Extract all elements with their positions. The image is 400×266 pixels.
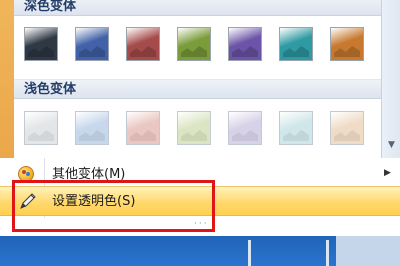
gallery-scrollbar[interactable]: ▼ <box>381 0 400 158</box>
swatch-light-blue[interactable] <box>75 111 109 145</box>
recolor-gallery: 深色变体 浅色变体 <box>14 0 381 159</box>
swatch-light-red[interactable] <box>126 111 160 145</box>
light-variations-label: 浅色变体 <box>24 82 77 97</box>
swatch-dark-orange[interactable] <box>330 27 364 61</box>
swatch-dark-blue[interactable] <box>75 27 109 61</box>
background-bar <box>326 240 329 266</box>
submenu-arrow-icon: ▶ <box>384 168 391 178</box>
background-bar <box>248 240 251 266</box>
swatch-dark-teal[interactable] <box>279 27 313 61</box>
swatch-light-grayscale[interactable] <box>24 111 58 145</box>
swatch-dark-red[interactable] <box>126 27 160 61</box>
swatch-dark-green[interactable] <box>177 27 211 61</box>
dark-variations-row <box>14 27 381 65</box>
swatch-light-orange[interactable] <box>330 111 364 145</box>
swatch-light-purple[interactable] <box>228 111 262 145</box>
light-variations-row <box>14 111 381 149</box>
dark-variations-label: 深色变体 <box>24 0 77 14</box>
light-variations-header: 浅色变体 <box>14 79 381 99</box>
dark-variations-header: 深色变体 <box>14 0 381 16</box>
background-slide-area <box>0 236 400 266</box>
swatch-light-teal[interactable] <box>279 111 313 145</box>
swatch-dark-purple[interactable] <box>228 27 262 61</box>
swatch-light-green[interactable] <box>177 111 211 145</box>
background-panel <box>336 236 400 266</box>
swatch-dark-grayscale[interactable] <box>24 27 58 61</box>
highlight-annotation-box <box>12 180 215 232</box>
scroll-down-arrow-icon[interactable]: ▼ <box>382 138 400 152</box>
